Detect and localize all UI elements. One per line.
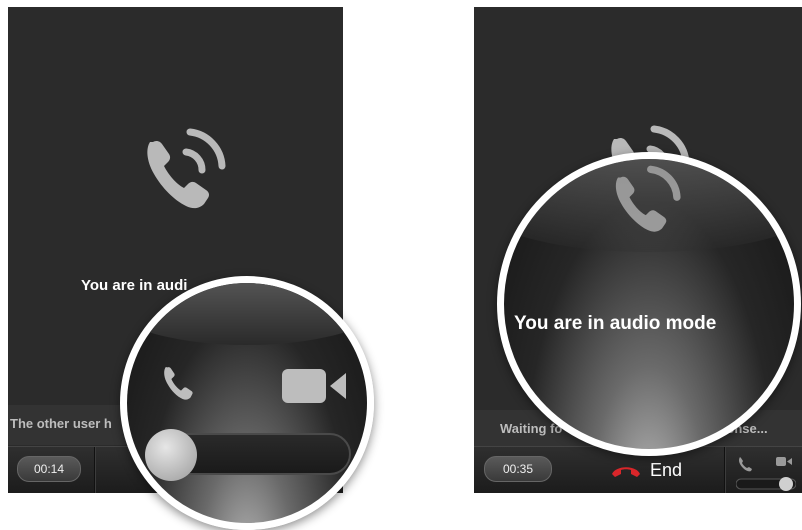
zoom-lens-left xyxy=(120,276,374,530)
call-timer: 00:35 xyxy=(484,456,552,482)
end-call-button[interactable]: End xyxy=(610,455,682,485)
toggle-knob[interactable] xyxy=(145,429,197,481)
mini-audio-video-toggle[interactable] xyxy=(736,453,796,491)
status-message-start: Waiting fo xyxy=(500,421,563,436)
audio-mode-message-zoomed: You are in audio mode xyxy=(514,313,717,334)
lens-gloss xyxy=(127,283,367,346)
end-call-label: End xyxy=(650,459,683,480)
status-message: The other user h xyxy=(10,416,112,431)
hang-up-icon xyxy=(612,467,640,477)
video-camera-icon[interactable] xyxy=(282,367,348,405)
bar-divider xyxy=(724,447,726,493)
phone-icon[interactable] xyxy=(157,359,201,403)
call-timer: 00:14 xyxy=(17,456,81,482)
bar-divider xyxy=(94,447,96,493)
audio-call-icon xyxy=(147,128,226,209)
zoom-lens-right: You are in audio mode xyxy=(497,152,801,456)
lens-gloss xyxy=(504,159,794,252)
